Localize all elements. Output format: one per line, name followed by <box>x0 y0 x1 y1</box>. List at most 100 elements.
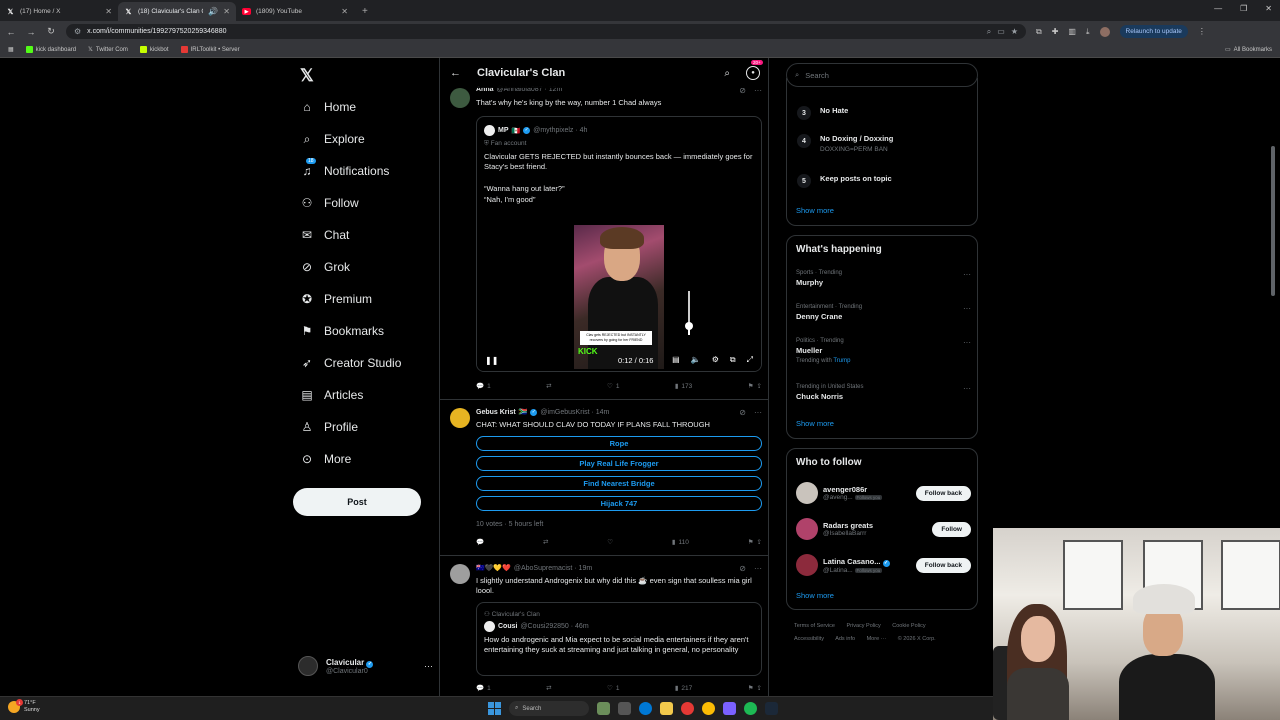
trend-item[interactable]: Sports · Trending Murphy ··· <box>796 270 971 287</box>
bookmark-twitter-com[interactable]: 𝕏 Twitter Com <box>88 46 128 54</box>
like-button[interactable]: ♡ 1 <box>607 382 619 391</box>
taskbar-search[interactable]: ⌕ Search <box>509 701 589 716</box>
steam-icon[interactable] <box>765 702 778 715</box>
trend-item[interactable]: Trending in United States Chuck Norris ·… <box>796 384 971 401</box>
bookmark-irltoolkit[interactable]: IRLToolkit • Server <box>180 46 240 53</box>
nav-explore[interactable]: ⌕ Explore <box>300 132 365 147</box>
grok-icon[interactable]: ⊘ <box>739 408 746 417</box>
nav-notifications[interactable]: ♫ 18 Notifications <box>300 158 389 178</box>
show-more-link[interactable]: Show more <box>796 206 834 215</box>
nav-articles[interactable]: ▤ Articles <box>300 388 363 402</box>
search-icon[interactable]: ⌕ <box>724 68 730 79</box>
x-logo-icon[interactable]: 𝕏 <box>300 66 314 86</box>
follow-button[interactable]: Follow <box>932 521 971 537</box>
nav-more[interactable]: ⊙ More <box>300 452 351 466</box>
relaunch-button[interactable]: Relaunch to update <box>1119 25 1188 38</box>
more-dots-icon[interactable]: ··· <box>963 304 971 313</box>
poll-option[interactable]: Rope <box>476 436 762 451</box>
settings-icon[interactable]: ⚙ <box>712 355 719 365</box>
weather-widget[interactable]: 1 71°F Sunny <box>8 699 40 714</box>
footer-link[interactable]: Accessibility <box>794 636 824 642</box>
trend-item[interactable]: Entertainment · Trending Denny Crane ··· <box>796 304 971 321</box>
task-view-icon[interactable] <box>618 702 631 715</box>
follow-suggestion[interactable]: avenger086r @aveng... Follows you Follow … <box>796 481 971 505</box>
quoted-post[interactable]: MP 🇲🇽 ✓ @mythpixelz · 4h ⛨ Fan account C… <box>476 116 762 372</box>
account-switcher[interactable]: Clavicular ✓ @Clavicular0 ··· <box>298 656 433 676</box>
nav-follow[interactable]: ⚇ Follow <box>300 196 359 210</box>
nav-profile[interactable]: ♙ Profile <box>300 420 358 434</box>
pip-icon[interactable]: ⧉ <box>730 355 736 365</box>
avatar[interactable] <box>450 564 470 584</box>
like-button[interactable]: ♡ <box>607 538 613 546</box>
views-button[interactable]: ▮ 110 <box>672 538 689 547</box>
forward-icon[interactable]: → <box>26 27 36 37</box>
nav-grok[interactable]: ⊘ Grok <box>300 260 350 274</box>
video-player[interactable]: Clav gets REJECTED but INSTANTLY recover… <box>477 215 761 371</box>
avatar[interactable] <box>450 88 470 108</box>
poll-option[interactable]: Hijack 747 <box>476 496 762 511</box>
reload-icon[interactable]: ↻ <box>46 26 56 37</box>
footer-link[interactable]: More ··· <box>867 636 887 642</box>
close-icon[interactable]: ✕ <box>223 7 230 16</box>
spotify-icon[interactable] <box>744 702 757 715</box>
post-abo-supremacist[interactable]: 🇦🇺🖤💛❤️ @AboSupremacist · 19m ⊘ ··· I slig… <box>440 556 768 696</box>
grok-icon[interactable]: ⊘ <box>739 564 746 573</box>
footer-link[interactable]: Cookie Policy <box>892 623 925 629</box>
post-button[interactable]: Post <box>293 488 421 516</box>
all-bookmarks[interactable]: ▭ All Bookmarks <box>1225 46 1272 54</box>
app-icon[interactable] <box>681 702 694 715</box>
download-icon[interactable]: ⤓ <box>1086 27 1090 37</box>
discord-icon[interactable] <box>723 702 736 715</box>
bookmark-kick-dashboard[interactable]: kick dashboard <box>25 46 76 53</box>
tab-community[interactable]: 𝕏 (18) Clavicular's Clan Comm 🔊 ✕ <box>118 2 236 21</box>
profile-avatar[interactable] <box>1099 26 1110 37</box>
volume-slider[interactable] <box>685 291 693 335</box>
more-dots-icon[interactable]: ··· <box>754 408 762 417</box>
share-icon[interactable]: ⇪ <box>757 382 762 390</box>
volume-icon[interactable]: 🔈 <box>691 355 701 365</box>
bookmark-button[interactable]: ⚑ ⇪ <box>748 538 762 546</box>
rule-item[interactable]: 5 Keep posts on topic <box>797 174 892 188</box>
reply-button[interactable]: 💬 1 <box>476 382 491 391</box>
post-anna[interactable]: Anna @Annalola087 · 12m ⊘ ··· That's why … <box>440 58 768 398</box>
show-more-link[interactable]: Show more <box>796 419 834 428</box>
minimize-icon[interactable]: — <box>1214 4 1222 13</box>
new-tab-button[interactable]: + <box>354 6 376 21</box>
nav-creator-studio[interactable]: ➶ Creator Studio <box>300 356 401 370</box>
nav-premium[interactable]: ✪ Premium <box>300 292 372 306</box>
nav-chat[interactable]: ✉ Chat <box>300 228 349 242</box>
menu-icon[interactable]: ⋮ <box>1198 27 1206 36</box>
footer-link[interactable]: Terms of Service <box>794 623 835 629</box>
extension-icon[interactable]: ⧉ <box>1036 27 1042 37</box>
repost-button[interactable]: ⇄ <box>546 684 551 692</box>
reply-button[interactable]: 💬 1 <box>476 684 491 693</box>
share-icon[interactable]: ⇪ <box>757 538 762 546</box>
footer-link[interactable]: Ads info <box>835 636 855 642</box>
avatar[interactable] <box>450 408 470 428</box>
captions-icon[interactable]: ▤ <box>672 355 680 365</box>
follow-back-button[interactable]: Follow back <box>915 557 971 573</box>
more-dots-icon[interactable]: ··· <box>963 384 971 393</box>
author-name[interactable]: Gebus Krist <box>476 409 516 416</box>
community-notifications-icon[interactable]: ● 20+ <box>746 60 763 80</box>
tab-home[interactable]: 𝕏 (17) Home / X ✕ <box>0 2 118 21</box>
back-icon[interactable]: ← <box>6 27 16 37</box>
footer-link[interactable]: Privacy Policy <box>847 623 881 629</box>
more-dots-icon[interactable]: ··· <box>963 270 971 279</box>
reply-button[interactable]: 💬 <box>476 538 484 546</box>
close-window-icon[interactable]: ✕ <box>1265 4 1272 13</box>
author-handle[interactable]: @AboSupremacist · 19m <box>514 565 592 572</box>
bookmark-button[interactable]: ⚑ ⇪ <box>748 382 762 390</box>
show-more-link[interactable]: Show more <box>796 591 834 600</box>
back-arrow-icon[interactable]: ← <box>450 67 461 79</box>
video-frame[interactable]: Clav gets REJECTED but INSTANTLY recover… <box>574 225 664 369</box>
views-button[interactable]: ▮ 173 <box>675 382 692 391</box>
trend-item[interactable]: Politics · Trending Mueller Trending wit… <box>796 338 971 364</box>
nav-bookmarks[interactable]: ⚑ Bookmarks <box>300 324 384 338</box>
poll-option[interactable]: Find Nearest Bridge <box>476 476 762 491</box>
follow-suggestion[interactable]: Latina Casano... ✓ @Latina... Follows you… <box>796 553 971 577</box>
close-icon[interactable]: ✕ <box>341 7 348 16</box>
url-bar[interactable]: ⚙ x.com/i/communities/199279752025934688… <box>66 24 1026 39</box>
poll-option[interactable]: Play Real Life Frogger <box>476 456 762 471</box>
file-explorer-icon[interactable] <box>660 702 673 715</box>
